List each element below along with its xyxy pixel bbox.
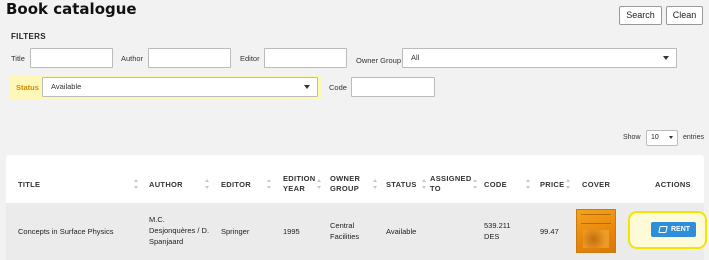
entries-label: entries (683, 134, 705, 141)
cell-owner-group: Central Facilities (330, 221, 360, 241)
book-icon (658, 226, 668, 233)
editor-filter-input[interactable] (264, 48, 347, 68)
column-header-author[interactable]: AUTHOR (149, 180, 183, 190)
cell-author: M.C. Desjonquères / D. Spanjaard (149, 215, 210, 246)
chevron-down-icon (304, 85, 310, 89)
page-length-select[interactable]: 10 (646, 130, 678, 146)
column-header-editor[interactable]: EDITOR (221, 180, 251, 190)
sort-icon[interactable] (526, 179, 531, 189)
chevron-down-icon (669, 136, 673, 139)
column-header-edition-year[interactable]: EDITION YEAR (283, 174, 321, 194)
sort-icon[interactable] (317, 179, 322, 189)
code-filter-input[interactable] (351, 77, 435, 97)
status-filter-label: Status (16, 83, 39, 92)
column-header-assigned-to[interactable]: ASSIGNED TO (430, 174, 472, 194)
sort-icon[interactable] (205, 179, 210, 189)
author-filter-input[interactable] (148, 48, 231, 68)
column-header-title[interactable]: TITLE (18, 180, 40, 190)
author-filter-label: Author (121, 54, 144, 63)
sort-icon[interactable] (373, 179, 378, 189)
column-header-code[interactable]: CODE (484, 180, 507, 190)
status-select-value: Available (51, 82, 82, 91)
book-cover-image (576, 209, 616, 253)
chevron-down-icon (663, 56, 669, 60)
filters-heading: FILTERS (11, 32, 46, 41)
sort-icon[interactable] (134, 179, 139, 189)
title-filter-label: Title (11, 54, 25, 63)
show-label: Show (623, 134, 641, 141)
column-header-owner-group[interactable]: OWNER GROUP (330, 174, 372, 194)
sort-icon[interactable] (422, 179, 427, 189)
sort-icon[interactable] (566, 179, 571, 189)
code-filter-label: Code (329, 83, 347, 92)
sort-icon[interactable] (267, 179, 272, 189)
sort-icon[interactable] (473, 179, 478, 189)
search-button[interactable]: Search (619, 6, 662, 25)
page-title: Book catalogue (6, 0, 137, 18)
title-filter-input[interactable] (30, 48, 113, 68)
column-header-status[interactable]: STATUS (386, 180, 417, 190)
cell-title: Concepts in Surface Physics (18, 227, 114, 236)
editor-filter-label: Editor (240, 54, 260, 63)
owner-group-select-value: All (411, 53, 420, 62)
rent-button[interactable]: RENT (651, 222, 696, 237)
column-header-actions: ACTIONS (655, 180, 691, 189)
cell-edition-year: 1995 (283, 227, 300, 236)
owner-group-filter-label: Owner Group (356, 56, 402, 65)
rent-button-label: RENT (671, 226, 691, 233)
column-header-cover: COVER (582, 180, 611, 189)
cover-title-lines (581, 214, 611, 224)
cell-price: 99.47 (540, 227, 559, 236)
clean-button[interactable]: Clean (666, 6, 703, 25)
cell-editor: Springer (221, 227, 250, 236)
status-select[interactable]: Available (42, 77, 318, 97)
page-length-value: 10 (651, 134, 659, 141)
column-header-price[interactable]: PRICE (540, 180, 564, 190)
cell-status: Available (386, 227, 417, 236)
owner-group-select[interactable]: All (402, 48, 677, 68)
cell-code: 539.211 DES (484, 221, 511, 241)
cover-illustration (583, 230, 609, 248)
